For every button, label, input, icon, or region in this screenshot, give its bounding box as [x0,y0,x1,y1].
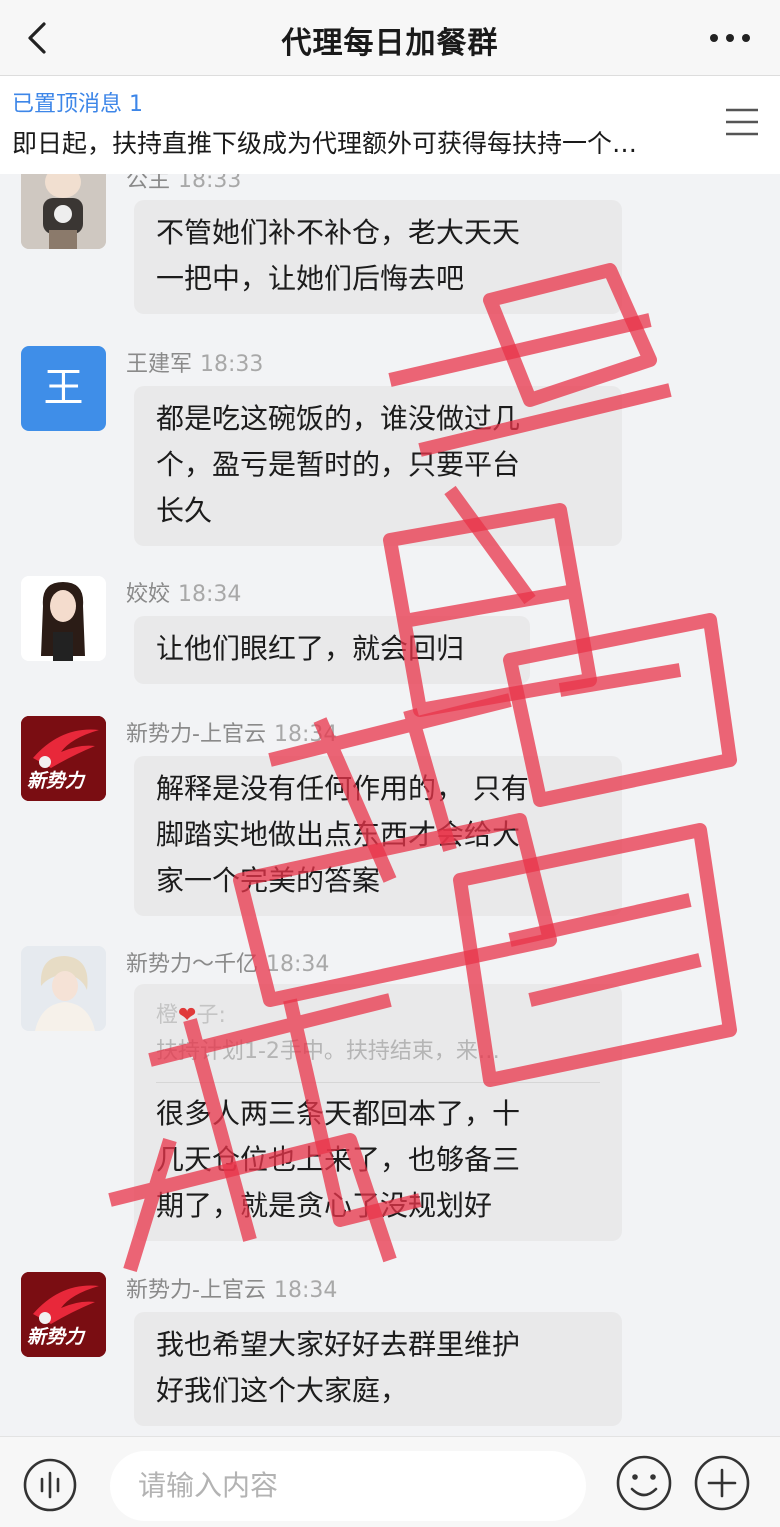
input-bar: 请输入内容 [0,1436,780,1527]
smiley-icon[interactable] [614,1453,674,1513]
sender-name: 新势力-上官云 [126,722,266,747]
quote-sender-part: 子: [196,1003,226,1028]
avatar[interactable] [21,946,106,1031]
sender-line: 王建军 18:33 [126,346,263,378]
avatar-photo [21,576,106,661]
message-line: 解释是没有任何作用的， 只有 [156,772,529,805]
avatar-text: 新势力 [27,1326,85,1348]
message-line: 很多人两三条天都回本了，十 [156,1097,521,1130]
message-time: 18:34 [266,952,330,977]
page-title: 代理每日加餐群 [281,26,499,61]
message-line: 脚踏实地做出点东西才会给大 [156,818,521,851]
sender-line: 姣姣 18:34 [126,576,241,608]
message-line: 个，盈亏是暂时的，只要平台 [156,448,521,481]
message-line: 期了，就是贪心了没规划好 [156,1189,493,1222]
avatar[interactable]: 新势力 [21,716,106,801]
heart-icon: ❤ [178,1003,197,1028]
message-line: 都是吃这碗饭的，谁没做过几 [156,402,521,435]
message-line: 不管她们补不补仓，老大天天 [156,216,521,249]
top-bar: 代理每日加餐群 [0,0,780,76]
sender-name: 公主 [126,174,171,193]
sender-name: 姣姣 [126,582,171,607]
message-bubble[interactable]: 不管她们补不补仓，老大天天 一把中，让她们后悔去吧 [134,200,622,314]
message-bubble[interactable]: 解释是没有任何作用的， 只有 脚踏实地做出点东西才会给大 家一个完美的答案 [134,756,622,916]
plus-circle-icon[interactable] [692,1453,752,1513]
sender-line: 公主 18:33 [126,174,241,194]
pinned-text: 即日起，扶持直推下级成为代理额外可获得每扶持一个… [12,129,638,158]
avatar-photo [21,174,106,249]
message-line: 一把中，让她们后悔去吧 [156,262,465,295]
sender-name: 新势力-上官云 [126,1278,266,1303]
more-horizontal-icon[interactable] [708,26,752,50]
sender-line: 新势力～千亿 18:34 [126,946,329,978]
avatar[interactable] [21,576,106,661]
message-time: 18:34 [273,1278,338,1303]
sender-line: 新势力-上官云 18:34 [126,716,337,748]
message-time: 18:33 [178,174,242,193]
list-menu-icon[interactable] [724,104,760,140]
message-bubble[interactable]: 橙❤子: 扶持计划1-2手中。扶持结束，来… 很多人两三条天都回本了，十 几天仓… [134,984,622,1241]
quote-divider [156,1082,600,1083]
message-line: 家一个完美的答案 [156,864,381,897]
message-time: 18:34 [273,722,338,747]
quote-sender-part: 橙 [156,1003,179,1028]
pinned-label: 已置顶消息 1 [12,92,143,117]
message-bubble[interactable]: 我也希望大家好好去群里维护 好我们这个大家庭， [134,1312,622,1426]
message-line: 让他们眼红了，就会回归 [156,632,465,665]
sender-line: 新势力-上官云 18:34 [126,1272,337,1304]
message-bubble[interactable]: 都是吃这碗饭的，谁没做过几 个，盈亏是暂时的，只要平台 长久 [134,386,622,546]
message-line: 我也希望大家好好去群里维护 [156,1328,521,1361]
avatar[interactable]: 新势力 [21,1272,106,1357]
avatar[interactable]: 王 [21,346,106,431]
sender-name: 新势力～千亿 [126,952,259,977]
message-input[interactable]: 请输入内容 [110,1451,586,1521]
message-time: 18:33 [200,352,264,377]
message-line: 好我们这个大家庭， [156,1374,409,1407]
avatar-text: 新势力 [27,770,85,792]
avatar[interactable] [21,174,106,249]
pinned-message-bar[interactable]: 已置顶消息 1 即日起，扶持直推下级成为代理额外可获得每扶持一个… [0,76,780,174]
message-time: 18:34 [178,582,242,607]
sender-name: 王建军 [126,352,193,377]
avatar-photo [21,946,106,1031]
message-line: 几天仓位也上来了，也够备三 [156,1143,521,1176]
voice-wave-icon[interactable] [22,1457,78,1513]
chat-area[interactable]: 公主 18:33 不管她们补不补仓，老大天天 一把中，让她们后悔去吧 王 王建军 1… [0,174,780,1436]
message-bubble[interactable]: 让他们眼红了，就会回归 [134,616,530,684]
quote-sender: 橙❤子: [156,998,600,1034]
message-line: 长久 [156,494,213,527]
quote-text: 扶持计划1-2手中。扶持结束，来… [156,1039,500,1064]
